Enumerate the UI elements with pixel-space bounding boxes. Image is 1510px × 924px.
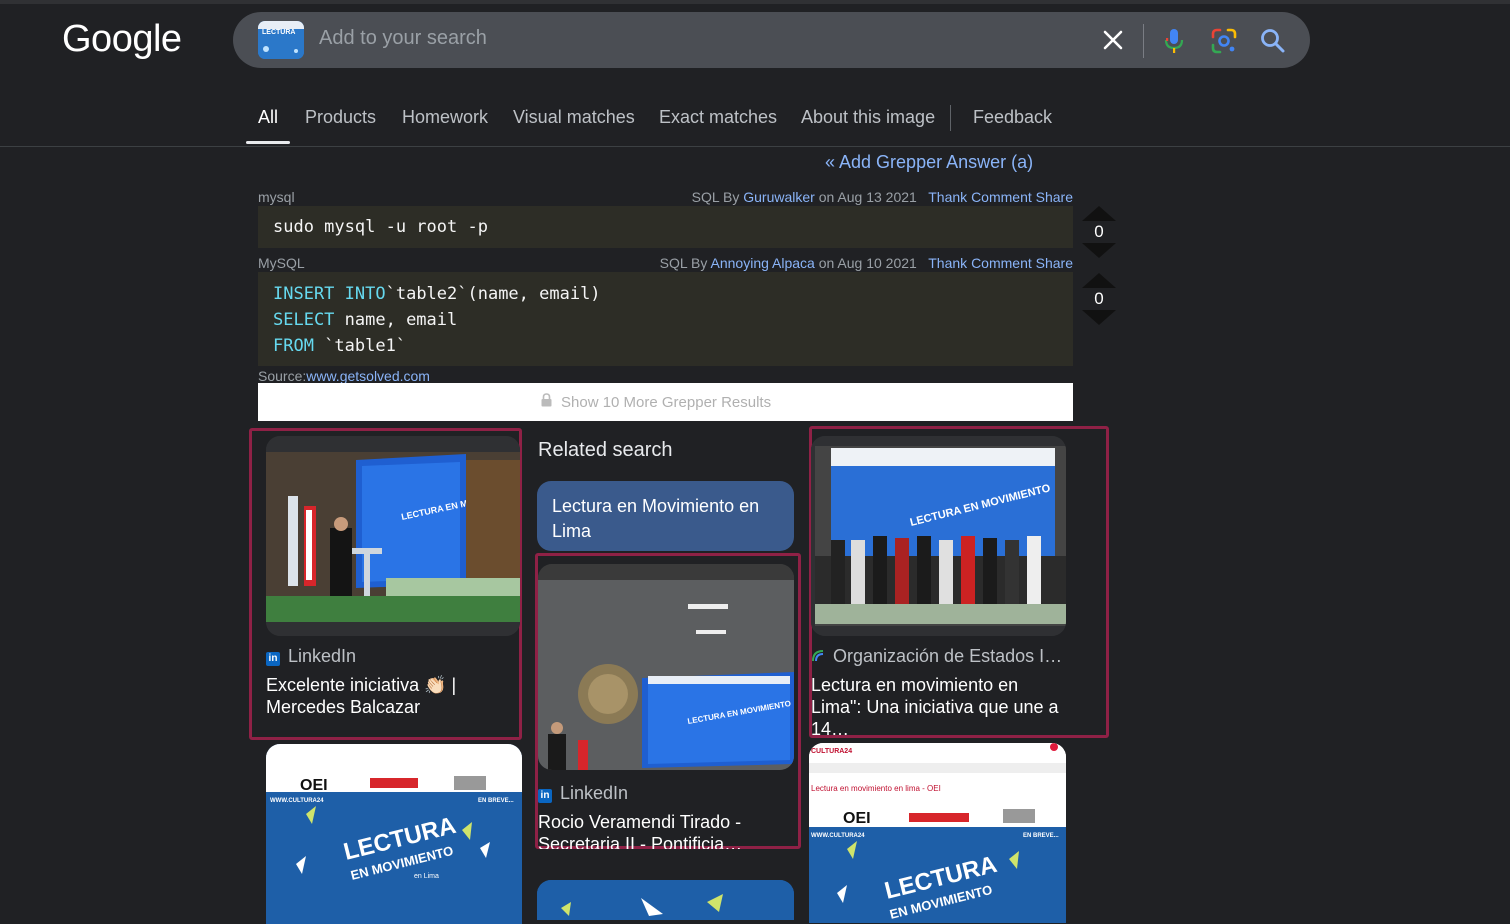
code-line: sudo mysql -u root -p (273, 217, 488, 237)
result-image[interactable]: CULTURA24 Lectura en movimiento en lima … (809, 743, 1066, 923)
poster-oei: OEI (300, 777, 328, 794)
poster-city: en Lima (414, 873, 439, 880)
vote-widget: 0 (1082, 206, 1116, 258)
vote-count: 0 (1094, 289, 1104, 308)
code-block[interactable]: sudo mysql -u root -p (258, 206, 1073, 248)
linkedin-icon: in (538, 789, 552, 803)
result-image[interactable]: LECTURA EN MOVIMIENTO (266, 436, 520, 636)
downvote-icon[interactable] (1082, 243, 1116, 258)
tab-about-this-image[interactable]: About this image (801, 107, 935, 128)
poster-enbreve: EN BREVE... (478, 798, 514, 804)
code-block[interactable]: INSERT INTO`table2`(name, email) SELECT … (258, 272, 1073, 366)
search-input[interactable]: Add to your search (319, 27, 487, 50)
answer-meta: SQL By Guruwalker on Aug 13 2021 Thank C… (692, 189, 1073, 205)
poster-brand: WWW.CULTURA24 (811, 833, 865, 839)
upvote-icon[interactable] (1082, 206, 1116, 221)
feedback-link[interactable]: Feedback (973, 107, 1052, 128)
code-text: `table1` (313, 336, 407, 356)
code-line: INSERT INTO`table2`(name, email) (273, 284, 601, 304)
answer-date: on Aug 10 2021 (814, 255, 917, 271)
code-line: FROM `table1` (273, 336, 406, 356)
result-image[interactable]: LECTURA EN MOVIMIENTO (811, 436, 1066, 636)
active-tab-indicator (246, 141, 290, 144)
source-name: Organización de Estados I… (833, 646, 1063, 666)
lock-icon (541, 393, 552, 407)
answer-date: on Aug 13 2021 (814, 189, 917, 205)
author-link[interactable]: Guruwalker (743, 189, 815, 205)
poster-enbreve: EN BREVE... (1023, 833, 1059, 839)
thumbnail-text: LECTURA (262, 29, 296, 36)
result-source[interactable]: in LinkedIn (266, 646, 356, 667)
share-link[interactable]: Share (1036, 189, 1073, 205)
lens-icon[interactable] (1210, 27, 1238, 55)
answer-language: mysql (258, 189, 295, 205)
thank-link[interactable]: Thank (928, 189, 967, 205)
share-link[interactable]: Share (1036, 255, 1073, 271)
top-border (0, 0, 1510, 4)
code-keyword: FROM (273, 336, 314, 356)
oas-favicon-icon (811, 647, 825, 662)
related-search-label: Lectura en Movimiento en Lima (552, 496, 760, 541)
answer-meta-prefix: SQL By (659, 255, 711, 271)
tab-separator (950, 105, 951, 131)
answer-source: Source:www.getsolved.com (258, 368, 430, 384)
poster-oei: OEI (843, 810, 871, 827)
source-name: LinkedIn (288, 646, 357, 666)
show-more-grepper-button[interactable]: Show 10 More Grepper Results (258, 383, 1073, 421)
comment-link[interactable]: Comment (971, 189, 1032, 205)
show-more-label: Show 10 More Grepper Results (561, 394, 772, 411)
related-search-pill[interactable]: Lectura en Movimiento en Lima (537, 481, 794, 551)
poster-caption: Lectura en movimiento en lima - OEI (811, 784, 941, 793)
code-keyword: INTO (334, 284, 386, 304)
tab-homework[interactable]: Homework (402, 107, 488, 128)
result-title[interactable]: Excelente iniciativa 👏🏻 | Mercedes Balca… (266, 674, 516, 718)
close-icon[interactable] (1101, 28, 1125, 52)
add-grepper-answer-link[interactable]: « Add Grepper Answer (a) (825, 152, 1033, 173)
vote-widget: 0 (1082, 273, 1116, 325)
search-divider (1143, 24, 1144, 58)
result-source[interactable]: Organización de Estados I… (811, 646, 1062, 667)
poster-brand: WWW.CULTURA24 (270, 798, 324, 804)
tab-all[interactable]: All (258, 107, 278, 128)
result-image[interactable] (537, 880, 794, 920)
tab-products[interactable]: Products (305, 107, 376, 128)
result-source[interactable]: in LinkedIn (538, 783, 628, 804)
poster-brand: CULTURA24 (811, 748, 852, 755)
tab-exact-matches[interactable]: Exact matches (659, 107, 777, 128)
code-keyword: INSERT (273, 284, 335, 304)
result-image[interactable]: OEI WWW.CULTURA24 EN BREVE... LECTURA EN… (266, 744, 522, 924)
comment-link[interactable]: Comment (971, 255, 1032, 271)
mic-icon[interactable] (1163, 27, 1185, 55)
answer-meta-prefix: SQL By (691, 189, 744, 205)
result-title[interactable]: Lectura en movimiento en Lima": Una inic… (811, 674, 1073, 740)
header-divider (0, 146, 1510, 147)
source-label: Source: (258, 368, 307, 384)
google-logo[interactable]: Google (62, 18, 182, 61)
search-icon[interactable] (1259, 27, 1287, 55)
code-line: SELECT name, email (273, 310, 457, 330)
tab-visual-matches[interactable]: Visual matches (513, 107, 635, 128)
vote-count: 0 (1094, 222, 1104, 241)
search-image-thumbnail[interactable]: LECTURA (258, 21, 304, 59)
result-title[interactable]: Rocio Veramendi Tirado - Secretaria II -… (538, 811, 794, 849)
answer-language: MySQL (258, 255, 305, 271)
upvote-icon[interactable] (1082, 273, 1116, 288)
downvote-icon[interactable] (1082, 310, 1116, 325)
source-link[interactable]: www.getsolved.com (306, 368, 430, 384)
source-name: LinkedIn (560, 783, 629, 803)
code-keyword: SELECT (273, 310, 335, 330)
code-text: `table2`(name, email) (385, 284, 601, 304)
search-tabs: All Products Homework Visual matches Exa… (0, 100, 1510, 146)
author-link[interactable]: Annoying Alpaca (711, 255, 815, 271)
thank-link[interactable]: Thank (928, 255, 967, 271)
code-text: name, email (334, 310, 458, 330)
result-image[interactable]: LECTURA EN MOVIMIENTO (538, 564, 794, 770)
linkedin-icon: in (266, 652, 280, 666)
answer-meta: SQL By Annoying Alpaca on Aug 10 2021 Th… (660, 255, 1073, 271)
related-search-heading: Related search (538, 439, 673, 461)
